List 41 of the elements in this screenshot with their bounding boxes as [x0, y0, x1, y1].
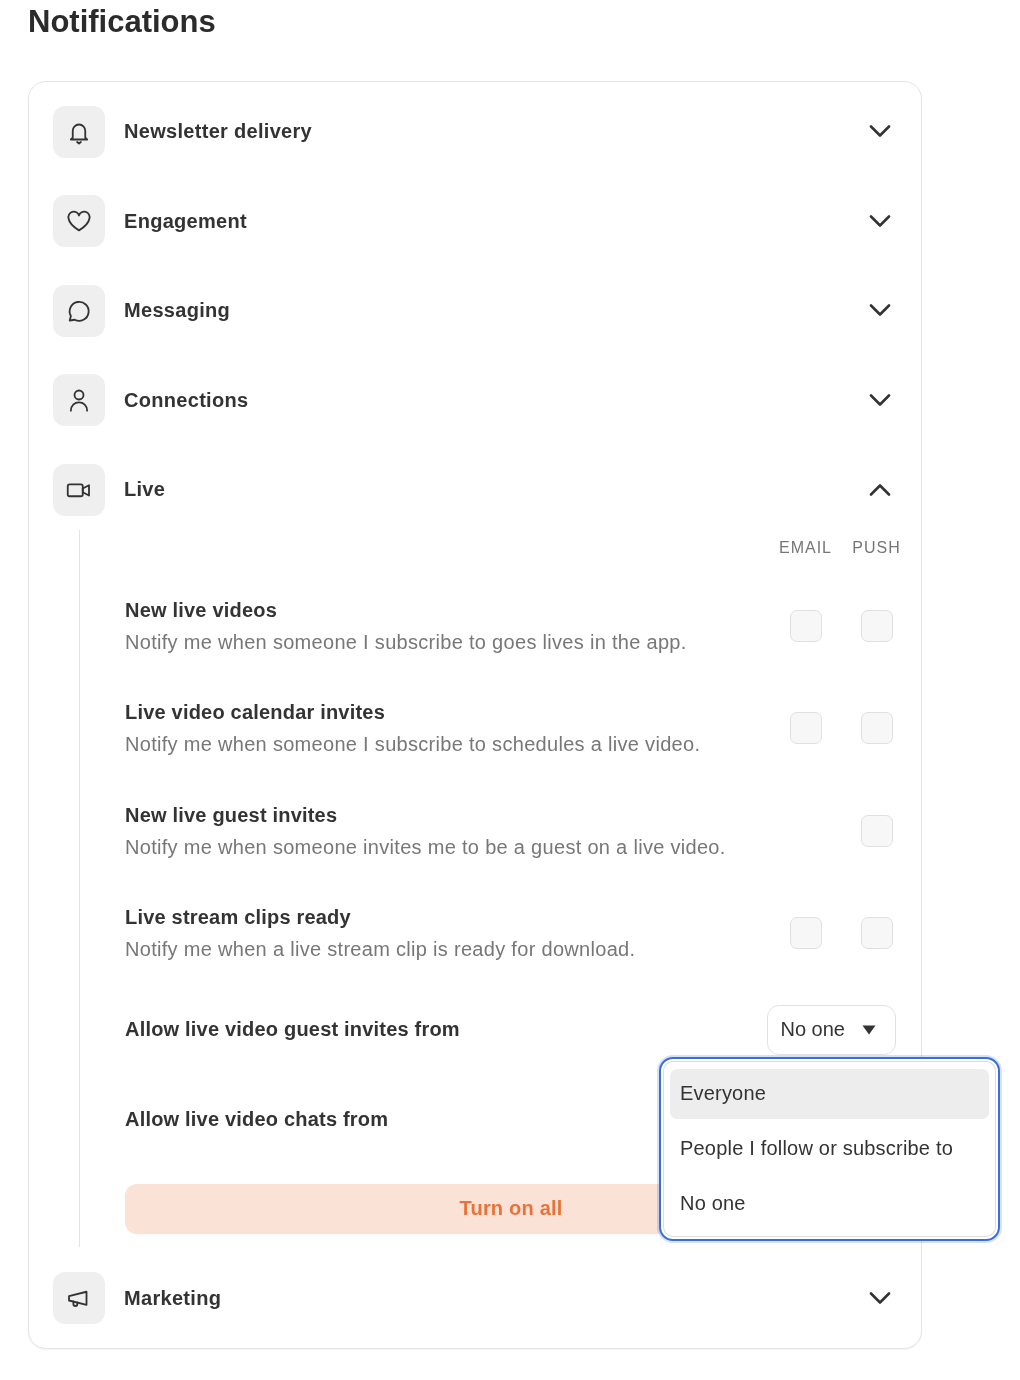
chevron-down-icon[interactable]: [869, 393, 891, 407]
chevron-up-icon[interactable]: [869, 483, 891, 497]
setting-title: Live video calendar invites: [125, 700, 386, 726]
section-title[interactable]: Newsletter delivery: [124, 120, 869, 144]
menu-option[interactable]: Everyone: [670, 1068, 989, 1119]
person-icon: [53, 374, 105, 427]
checkbox[interactable]: [860, 814, 893, 847]
setting-description: Notify me when someone invites me to be a guest on a live video.: [125, 834, 727, 860]
checkbox[interactable]: [860, 609, 893, 642]
bell-icon: [53, 105, 105, 158]
dropdown-select[interactable]: No one: [766, 1004, 896, 1055]
checkbox[interactable]: [789, 712, 822, 745]
column-header: PUSH: [852, 537, 901, 558]
video-camera-icon: [53, 463, 105, 516]
setting-title: New live guest invites: [125, 802, 339, 828]
section-title[interactable]: Live: [124, 478, 869, 502]
page-title: Notifications: [28, 4, 216, 40]
setting-description: Notify me when someone I subscribe to schedules a live video.: [125, 732, 702, 758]
section-title[interactable]: Marketing: [124, 1286, 869, 1310]
section-title[interactable]: Connections: [124, 388, 869, 412]
setting-label: Allow live video chats from: [125, 1108, 389, 1131]
chat-bubble-icon: [53, 284, 105, 337]
chevron-down-icon[interactable]: [869, 304, 891, 318]
checkbox[interactable]: [789, 917, 822, 950]
section-title[interactable]: Engagement: [124, 209, 869, 233]
setting-description: Notify me when a live stream clip is ready for download.: [125, 937, 637, 963]
setting-title: New live videos: [125, 597, 278, 623]
megaphone-icon: [53, 1272, 105, 1325]
column-header: EMAIL: [779, 537, 832, 558]
setting-label: Allow live video guest invites from: [125, 1018, 460, 1041]
checkbox[interactable]: [860, 917, 893, 950]
section-title[interactable]: Messaging: [124, 299, 869, 323]
chevron-down-icon[interactable]: [869, 214, 891, 228]
setting-description: Notify me when someone I subscribe to goes lives in the app.: [125, 629, 688, 655]
chevron-down-icon[interactable]: [869, 125, 891, 139]
caret-icon: [862, 1024, 876, 1035]
setting-title: Live stream clips ready: [125, 905, 352, 931]
checkbox[interactable]: [860, 712, 893, 745]
chevron-down-icon[interactable]: [869, 1291, 891, 1305]
checkbox[interactable]: [789, 609, 822, 642]
menu-option[interactable]: People I follow or subscribe to: [670, 1123, 989, 1174]
